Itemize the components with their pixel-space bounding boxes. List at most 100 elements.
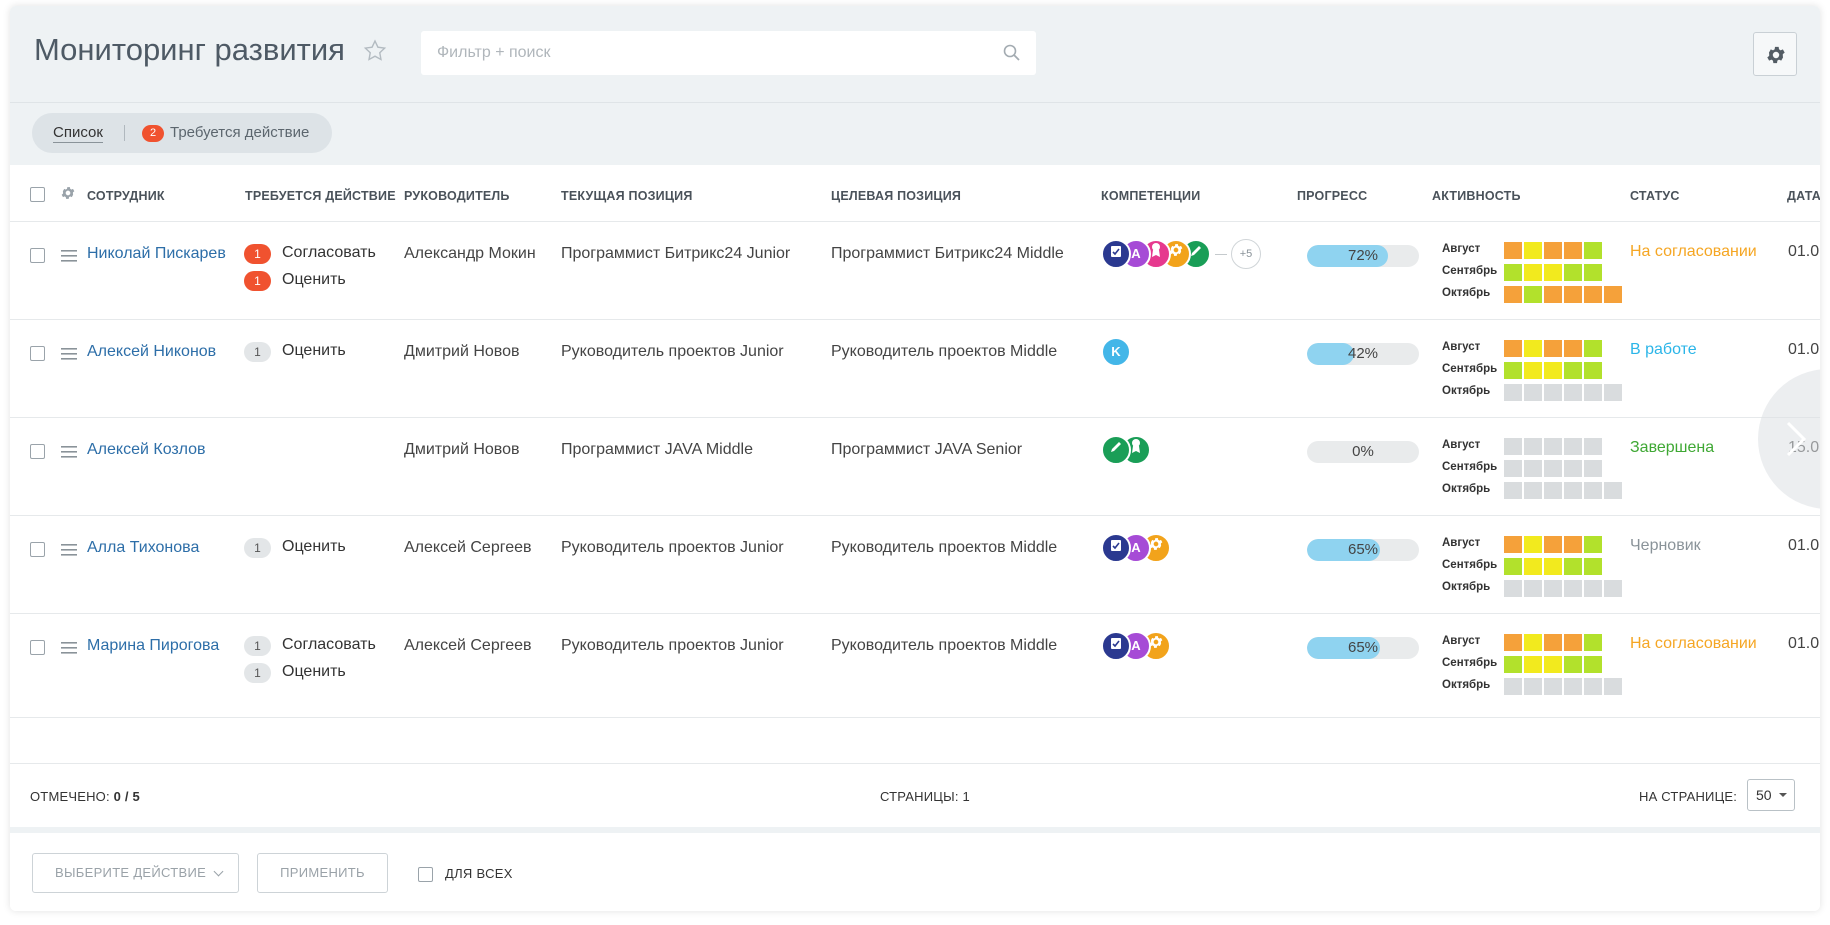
row-menu-icon[interactable] (61, 446, 77, 458)
activity-cell (1524, 340, 1542, 357)
activity-cell (1544, 482, 1562, 499)
row-checkbox[interactable] (30, 640, 45, 655)
action-label: Оценить (282, 663, 346, 680)
chevron-right-icon[interactable] (1784, 419, 1808, 459)
progress-bar: 42% (1307, 343, 1419, 365)
activity-cell (1564, 482, 1582, 499)
search-input[interactable] (421, 31, 1036, 75)
select-all-checkbox[interactable] (30, 187, 45, 202)
manager-name: Александр Мокин (404, 245, 536, 262)
check-icon[interactable] (1101, 239, 1131, 269)
activity-cell (1564, 656, 1582, 673)
row-menu-icon[interactable] (61, 642, 77, 654)
per-page-label: НА СТРАНИЦЕ: (1639, 789, 1738, 804)
progress-value: 65% (1347, 639, 1379, 656)
activity-cell (1524, 362, 1542, 379)
row-checkbox[interactable] (30, 542, 45, 557)
action-count-badge: 1 (244, 342, 271, 362)
employee-name-link[interactable]: Марина Пирогова (87, 635, 227, 657)
employee-name-link[interactable]: Алексей Никонов (87, 341, 227, 363)
column-current-position[interactable]: ТЕКУЩАЯ ПОЗИЦИЯ (561, 189, 693, 203)
activity-cell (1544, 656, 1562, 673)
activity-cell (1524, 634, 1542, 651)
activity-cell (1584, 580, 1602, 597)
row-menu-icon[interactable] (61, 544, 77, 556)
current-position: Программист JAVA Middle (561, 441, 753, 458)
progress-value: 65% (1347, 541, 1379, 558)
activity-cell (1504, 242, 1522, 259)
activity-cell (1604, 482, 1622, 499)
employee-name-link[interactable]: Алексей Козлов (87, 439, 227, 461)
activity-month-label: Сентябрь (1442, 363, 1498, 375)
row-checkbox[interactable] (30, 248, 45, 263)
progress-value: 72% (1347, 247, 1379, 264)
column-date[interactable]: ДАТА (1787, 189, 1820, 203)
activity-cell (1584, 656, 1602, 673)
employee-name-link[interactable]: Николай Пискарев (87, 243, 227, 265)
row-menu-icon[interactable] (61, 348, 77, 360)
activity-cell (1564, 536, 1582, 553)
star-icon[interactable] (362, 38, 388, 64)
activity-month-label: Сентябрь (1442, 559, 1498, 571)
check-icon[interactable] (1101, 533, 1131, 563)
activity-cell (1544, 634, 1562, 651)
activity-cell (1604, 678, 1622, 695)
target-position: Программист JAVA Senior (831, 441, 1023, 458)
activity-cell (1564, 634, 1582, 651)
per-page-select[interactable]: 50 (1747, 779, 1795, 811)
column-employee[interactable]: СОТРУДНИК (87, 189, 165, 203)
check-icon[interactable] (1101, 631, 1131, 661)
pencil-icon[interactable] (1101, 435, 1131, 465)
tab-action-count-badge: 2 (142, 125, 164, 142)
page-title: Мониторинг развития (34, 32, 345, 67)
row-menu-icon[interactable] (61, 250, 77, 262)
column-settings-icon[interactable] (60, 185, 76, 201)
column-status[interactable]: СТАТУС (1630, 189, 1680, 203)
competency-letter: A (1131, 638, 1141, 653)
column-competencies[interactable]: КОМПЕТЕНЦИИ (1101, 189, 1200, 203)
activity-cell (1544, 460, 1562, 477)
for-all-checkbox[interactable] (418, 867, 433, 882)
activity-month-label: Август (1442, 341, 1481, 353)
action-label: Оценить (282, 342, 346, 359)
letter-k-icon[interactable]: K (1101, 337, 1131, 367)
column-activity[interactable]: АКТИВНОСТЬ (1432, 189, 1521, 203)
action-count-badge: 1 (244, 636, 271, 656)
search-icon[interactable] (1002, 43, 1022, 63)
activity-cell (1504, 264, 1522, 281)
competencies-more-button[interactable]: +5 (1231, 239, 1261, 269)
current-position: Программист Битрикс24 Junior (561, 245, 791, 262)
activity-cell (1584, 340, 1602, 357)
selected-count: 0 / 5 (113, 789, 140, 804)
row-checkbox[interactable] (30, 444, 45, 459)
column-action[interactable]: ТРЕБУЕТСЯ ДЕЙСТВИЕ (245, 189, 396, 203)
table-header: СОТРУДНИК ТРЕБУЕТСЯ ДЕЙСТВИЕ РУКОВОДИТЕЛ… (10, 165, 1820, 222)
activity-cell (1604, 286, 1622, 303)
apply-button[interactable]: ПРИМЕНИТЬ (257, 853, 388, 893)
activity-cell (1584, 460, 1602, 477)
select-action-dropdown[interactable]: ВЫБЕРИТЕ ДЕЙСТВИЕ (32, 853, 239, 893)
tab-list[interactable]: Список (53, 124, 103, 143)
activity-cell (1584, 264, 1602, 281)
progress-bar: 72% (1307, 245, 1419, 267)
activity-cell (1544, 536, 1562, 553)
settings-button[interactable] (1753, 32, 1797, 76)
group-actions-panel: ВЫБЕРИТЕ ДЕЙСТВИЕ ПРИМЕНИТЬ ДЛЯ ВСЕХ (10, 827, 1820, 911)
activity-cell (1524, 558, 1542, 575)
status-label: В работе (1630, 341, 1697, 358)
activity-cell (1564, 264, 1582, 281)
competency-letter: A (1131, 246, 1141, 261)
tab-action-required[interactable]: Требуется действие (170, 124, 309, 141)
action-count-badge: 1 (244, 244, 271, 264)
employee-name-link[interactable]: Алла Тихонова (87, 537, 227, 559)
column-progress[interactable]: ПРОГРЕСС (1297, 189, 1367, 203)
activity-cell (1504, 656, 1522, 673)
column-manager[interactable]: РУКОВОДИТЕЛЬ (404, 189, 510, 203)
activity-cell (1504, 384, 1522, 401)
activity-cell (1504, 340, 1522, 357)
current-position: Руководитель проектов Junior (561, 637, 784, 654)
row-checkbox[interactable] (30, 346, 45, 361)
status-label: Завершена (1630, 439, 1715, 456)
activity-cell (1564, 460, 1582, 477)
column-target-position[interactable]: ЦЕЛЕВАЯ ПОЗИЦИЯ (831, 189, 961, 203)
